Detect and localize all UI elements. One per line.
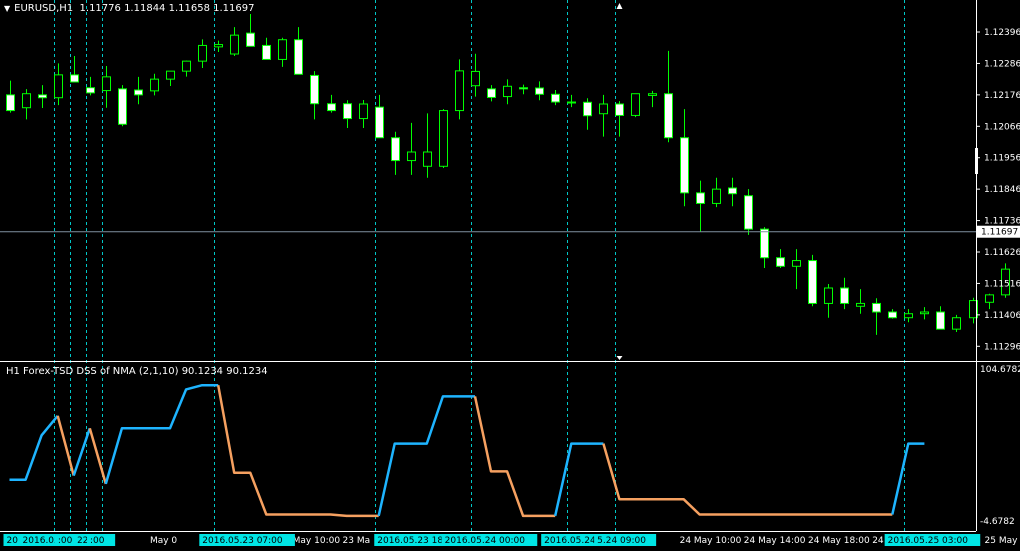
bull-candle-body xyxy=(423,151,432,167)
bull-candle-body xyxy=(278,39,287,60)
price-tick-label: 1.12396 xyxy=(984,28,1020,38)
bull-candle-body xyxy=(599,103,608,115)
dropdown-arrow-icon[interactable]: ▼ xyxy=(4,4,10,13)
bull-candle-body xyxy=(920,311,929,315)
bull-candle-body xyxy=(22,93,31,109)
ohlc-text: 1.11776 1.11844 1.11658 1.11697 xyxy=(79,3,255,14)
bear-candle-body xyxy=(872,302,881,313)
bull-candle-body xyxy=(904,313,913,319)
price-tick-label: 1.11516 xyxy=(984,279,1020,289)
indicator-label: H1 Forex-TSD DSS of NMA (2,1,10) 90.1234… xyxy=(6,366,268,377)
bull-candle-body xyxy=(54,74,63,99)
bear-candle-body xyxy=(728,187,737,195)
bear-candle-body xyxy=(535,87,544,95)
symbol-text: EURUSD,H1 xyxy=(14,3,74,14)
bull-candle-body xyxy=(631,93,640,116)
time-label: 24 May 14:00 xyxy=(744,536,806,546)
bear-candle-body xyxy=(680,137,689,194)
bull-candle-body xyxy=(102,76,111,92)
bear-candle-body xyxy=(888,311,897,319)
bull-candle-body xyxy=(648,93,657,96)
bear-candle-body xyxy=(615,103,624,116)
bear-candle-body xyxy=(375,106,384,139)
price-tick-label: 1.11956 xyxy=(984,154,1020,164)
bear-candle-body xyxy=(86,87,95,94)
bull-candle-body xyxy=(407,151,416,162)
bear-candle-body xyxy=(246,32,255,47)
price-tick-label: 1.11296 xyxy=(984,342,1020,352)
bear-candle-body xyxy=(118,88,127,125)
bear-candle-body xyxy=(38,94,47,99)
time-label: 24 May 18:00 xyxy=(808,536,870,546)
time-highlight-label: 2016.05.25 03:00 xyxy=(888,536,969,546)
bear-candle-body xyxy=(551,93,560,103)
bear-candle-body xyxy=(6,94,15,112)
indicator-min-label: -4.6782 xyxy=(980,517,1015,527)
bull-candle-body xyxy=(952,317,961,330)
bear-candle-body xyxy=(391,137,400,162)
time-label: May 0 xyxy=(150,536,177,546)
price-tick-label: 1.11406 xyxy=(984,311,1020,321)
bull-candle-body xyxy=(455,70,464,112)
bear-candle-body xyxy=(262,44,271,60)
bear-candle-body xyxy=(760,228,769,259)
bear-candle-body xyxy=(744,195,753,230)
bear-candle-body xyxy=(808,260,817,304)
bear-candle-body xyxy=(519,87,528,90)
chart-canvas[interactable]: 1.12396 1.12286 1.12176 1.12066 1.11956 1.118… xyxy=(0,0,1020,551)
time-highlight-label: 20 xyxy=(7,536,19,546)
bear-candle-body xyxy=(134,89,143,96)
bull-candle-body xyxy=(439,110,448,167)
chart-symbol-label: ▼ EURUSD,H1 1.11776 1.11844 1.11658 1.116… xyxy=(4,3,254,14)
bear-candle-body xyxy=(583,101,592,117)
time-highlight-label: :00 xyxy=(58,536,73,546)
bull-candle-body xyxy=(230,34,239,55)
bear-candle-body xyxy=(567,101,576,104)
indicator-max-label: 104.6782 xyxy=(980,365,1020,375)
time-highlight-label: 2016.05.24 00:00 xyxy=(445,536,526,546)
bull-candle-body xyxy=(359,103,368,120)
bear-candle-body xyxy=(343,103,352,120)
current-price-label: 1.11697 xyxy=(981,228,1018,238)
bear-candle-body xyxy=(294,39,303,75)
bull-candle-body xyxy=(824,287,833,304)
bull-candle-body xyxy=(471,70,480,87)
bull-candle-body xyxy=(150,78,159,92)
bear-candle-body xyxy=(776,257,785,267)
bear-candle-body xyxy=(327,103,336,112)
price-tick-label: 1.12066 xyxy=(984,122,1020,132)
price-tick-label: 1.11626 xyxy=(984,248,1020,258)
bear-candle-body xyxy=(696,192,705,204)
bear-candle-body xyxy=(936,311,945,330)
bear-candle-body xyxy=(310,74,319,105)
price-tick-label: 1.12286 xyxy=(984,59,1020,69)
bull-candle-body xyxy=(166,70,175,80)
time-highlight-label: :00 xyxy=(90,536,105,546)
bull-candle-body xyxy=(712,188,721,204)
bull-candle-body xyxy=(985,294,994,303)
bear-candle-body xyxy=(70,74,79,83)
price-tick-label: 1.11736 xyxy=(984,217,1020,227)
price-tick-label: 1.12176 xyxy=(984,91,1020,101)
bull-candle-body xyxy=(182,60,191,72)
time-highlight-label: 5.24 09:00 xyxy=(597,536,646,546)
chart-shift-handle xyxy=(975,148,978,174)
time-label: 25 May 06:00 xyxy=(985,536,1020,546)
bull-candle-body xyxy=(214,44,223,48)
time-label: 23 Ma xyxy=(343,536,371,546)
bull-candle-body xyxy=(792,260,801,267)
bull-candle-body xyxy=(856,302,865,307)
bear-candle-body xyxy=(664,93,673,139)
price-tick-label: 1.11846 xyxy=(984,185,1020,195)
bull-candle-body xyxy=(198,44,207,62)
time-label: 24 May 10:00 xyxy=(680,536,742,546)
bear-candle-body xyxy=(840,287,849,304)
time-highlight-label: 2016.05.23 07:00 xyxy=(202,536,283,546)
bull-candle-body xyxy=(503,85,512,98)
bear-candle-body xyxy=(487,88,496,98)
